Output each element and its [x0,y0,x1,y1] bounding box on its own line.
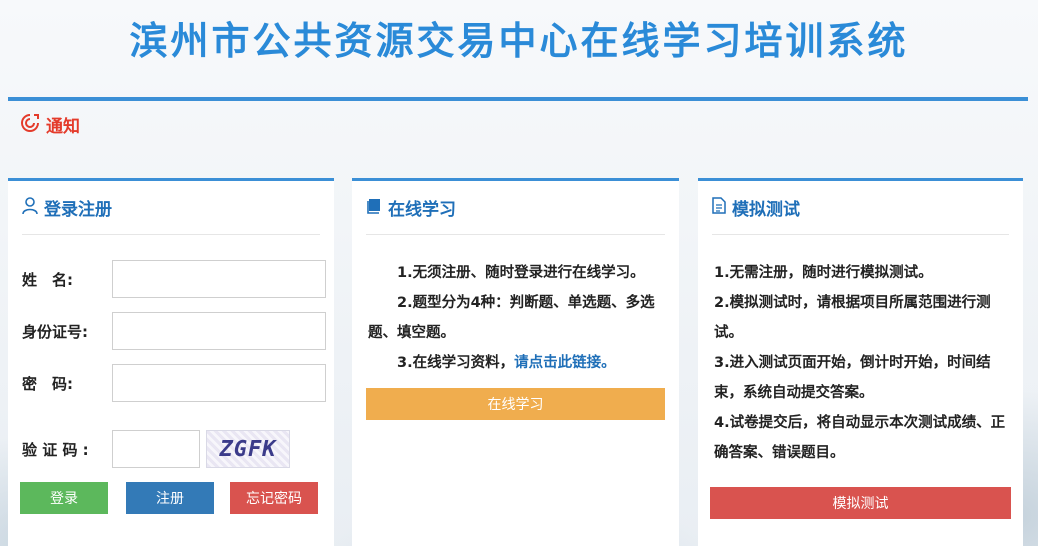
study-panel-title: 在线学习 [388,200,456,220]
header-divider [8,97,1028,101]
book-icon [366,198,382,218]
test-line-4: 4.试卷提交后，将自动显示本次测试成绩、正确答案、错误题目。 [714,415,1006,461]
notice-swirl-icon [20,113,40,137]
notice-label: 通知 [46,117,80,137]
study-panel: 在线学习 1.无须注册、随时登录进行在线学习。 2.题型分为4种：判断题、单选题… [352,178,679,546]
test-panel: 模拟测试 1.无需注册，随时进行模拟测试。 2.模拟测试时，请根据项目所属范围进… [698,178,1023,546]
id-number-label: 身份证号: [22,322,88,341]
test-panel-header: 模拟测试 [712,181,1009,235]
study-line-3: 3.在线学习资料，请点击此链接。 [368,348,664,378]
password-input[interactable] [112,364,326,402]
test-instructions: 1.无需注册，随时进行模拟测试。 2.模拟测试时，请根据项目所属范围进行测试。 … [714,258,1010,468]
register-button[interactable]: 注册 [126,482,214,514]
id-number-input[interactable] [112,312,326,350]
test-line-2: 2.模拟测试时，请根据项目所属范围进行测试。 [714,295,991,341]
mock-test-button[interactable]: 模拟测试 [710,487,1011,519]
captcha-label: 验 证 码 : [22,440,89,459]
password-row: 密 码: [22,364,326,402]
captcha-image[interactable]: ZGFK [206,430,290,468]
test-line-3: 3.进入测试页面开始，倒计时开始，时间结束，系统自动提交答案。 [714,355,991,401]
captcha-input[interactable] [112,430,200,468]
user-icon [22,196,38,219]
test-panel-title: 模拟测试 [732,200,800,220]
study-instructions: 1.无须注册、随时登录进行在线学习。 2.题型分为4种：判断题、单选题、多选题、… [368,258,664,378]
login-button[interactable]: 登录 [20,482,108,514]
notice-link[interactable]: 通知 [20,112,80,137]
name-row: 姓 名: [22,260,326,298]
name-label: 姓 名: [22,270,73,289]
login-panel-header: 登录注册 [22,181,320,235]
document-icon [712,197,726,218]
id-number-row: 身份证号: [22,312,326,350]
login-panel: 登录注册 姓 名: 身份证号: 密 码: 验 证 码 : ZGFK 登录 注册 … [8,178,334,546]
online-study-button[interactable]: 在线学习 [366,388,665,420]
captcha-row: 验 证 码 : ZGFK [22,430,290,468]
name-input[interactable] [112,260,326,298]
forgot-password-button[interactable]: 忘记密码 [230,482,318,514]
study-materials-link[interactable]: 请点击此链接。 [514,355,616,371]
study-line-3-text: 3.在线学习资料， [397,355,515,371]
study-panel-header: 在线学习 [366,181,665,235]
password-label: 密 码: [22,374,73,393]
login-panel-title: 登录注册 [44,200,112,220]
study-line-1: 1.无须注册、随时登录进行在线学习。 [397,265,645,281]
site-title: 滨州市公共资源交易中心在线学习培训系统 [129,19,909,63]
study-line-2: 2.题型分为4种：判断题、单选题、多选题、填空题。 [368,295,655,341]
test-line-1: 1.无需注册，随时进行模拟测试。 [714,265,933,281]
